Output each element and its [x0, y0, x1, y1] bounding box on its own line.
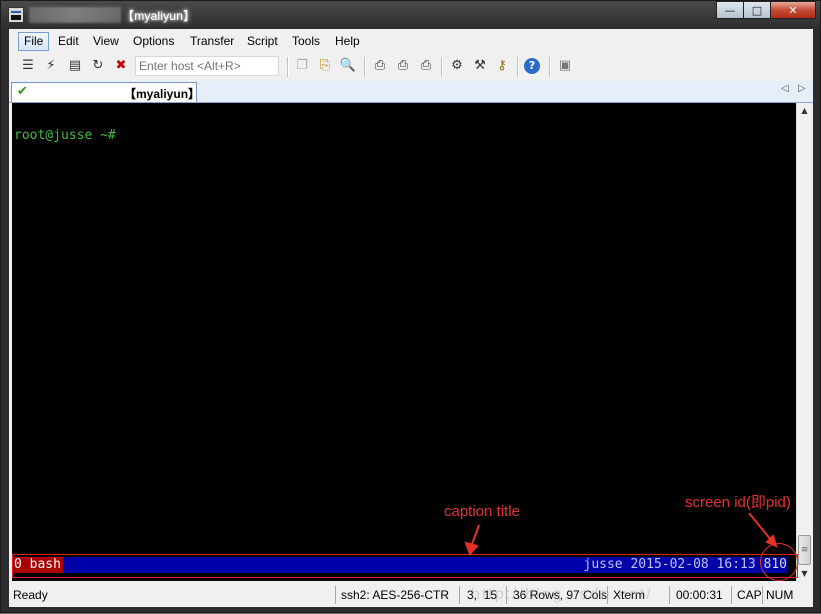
disconnect-icon[interactable]: ✖	[112, 57, 130, 75]
minimize-icon: —	[724, 3, 736, 17]
menu-options[interactable]: Options	[128, 32, 179, 51]
toolbar-separator	[549, 57, 551, 77]
caption-bar-highlight	[12, 554, 798, 578]
menu-edit[interactable]: Edit	[53, 32, 84, 51]
status-caps-lock: CAP	[737, 588, 762, 602]
tab-scroll-right-icon[interactable]: ▷	[798, 83, 806, 94]
reconnect-icon[interactable]: ↻	[89, 57, 107, 75]
connect-in-tab-icon[interactable]: ▤	[66, 57, 84, 75]
toolbar-separator	[364, 57, 366, 77]
find-icon[interactable]: 🔍	[339, 57, 357, 75]
menu-view[interactable]: View	[88, 32, 124, 51]
annotation-caption-title: caption title	[444, 503, 520, 520]
menu-bar: File Edit View Options Transfer Script T…	[9, 29, 813, 53]
copy-icon[interactable]: ❐	[293, 57, 311, 75]
window-controls: — □ ✕	[716, 1, 816, 19]
terminal-screen[interactable]: root@jusse ~#	[12, 103, 796, 581]
status-divider	[669, 586, 670, 604]
annotation-screen-id: screen id(即pid)	[685, 494, 791, 511]
host-input[interactable]	[135, 56, 279, 76]
status-divider	[731, 586, 732, 604]
tab-scroll-left-icon[interactable]: ◁	[781, 83, 789, 94]
scroll-down-icon[interactable]: ▼	[797, 566, 812, 581]
terminal-scrollbar[interactable]: ▲ ≡ ▼	[796, 103, 812, 581]
print-screen-icon[interactable]: ⎙	[394, 57, 412, 75]
session-tab-bar: ✔ 【myaliyun】 ◁ ▷	[9, 81, 813, 103]
menu-transfer[interactable]: Transfer	[185, 32, 239, 51]
window-title: 【myaliyun】	[122, 9, 196, 23]
keymap-icon[interactable]: ⚷	[493, 57, 511, 75]
maximize-icon: □	[751, 3, 763, 17]
status-num-lock: NUM	[766, 588, 794, 602]
print-icon[interactable]: ⎙	[417, 57, 435, 75]
toolbar-separator	[441, 57, 443, 77]
redacted-title-region	[29, 7, 121, 23]
menu-file[interactable]: File	[18, 32, 50, 51]
help-icon[interactable]: ?	[524, 58, 540, 74]
maximize-button[interactable]: □	[743, 1, 770, 19]
toolbar-separator	[287, 57, 289, 77]
status-bar: Ready ssh2: AES-256-CTR 3, 15 36 Rows, 9…	[9, 583, 813, 607]
status-ready: Ready	[13, 588, 48, 602]
close-icon: ✕	[788, 3, 798, 17]
watermark: http://blog.csdn.net/	[471, 586, 653, 603]
securecrt-app-icon[interactable]	[8, 7, 24, 23]
global-options-icon[interactable]: ⚒	[471, 57, 489, 75]
connect-icon[interactable]: ☰	[19, 57, 37, 75]
print-setup-icon[interactable]: ⎙	[371, 57, 389, 75]
toolbar: ☰ ⚡ ▤ ↻ ✖ ❐ ⎘ 🔍 ⎙ ⎙ ⎙ ⚙ ⚒ ⚷ ? ▣	[9, 54, 813, 80]
toolbar-separator	[517, 57, 519, 77]
sftp-icon[interactable]: ▣	[556, 57, 574, 75]
scrollbar-thumb[interactable]: ≡	[798, 535, 811, 565]
menu-script[interactable]: Script	[242, 32, 283, 51]
tab-label: 【myaliyun】	[124, 87, 201, 101]
session-options-icon[interactable]: ⚙	[448, 57, 466, 75]
status-cipher: ssh2: AES-256-CTR	[341, 588, 450, 602]
title-bar[interactable]: 【myaliyun】 — □ ✕	[1, 1, 820, 29]
menu-tools[interactable]: Tools	[287, 32, 325, 51]
screen-id-highlight-circle	[760, 543, 798, 581]
tab-myaliyun[interactable]: ✔ 【myaliyun】	[11, 82, 201, 102]
minimize-button[interactable]: —	[716, 1, 743, 19]
status-divider	[762, 586, 763, 604]
status-divider	[335, 586, 336, 604]
menu-help[interactable]: Help	[330, 32, 365, 51]
app-window: 【myaliyun】 — □ ✕ File Edit View Options …	[0, 0, 821, 613]
scroll-up-icon[interactable]: ▲	[797, 103, 812, 118]
client-area: File Edit View Options Transfer Script T…	[9, 29, 813, 607]
status-divider	[459, 586, 460, 604]
paste-icon[interactable]: ⎘	[316, 57, 334, 75]
quick-connect-icon[interactable]: ⚡	[42, 57, 60, 75]
check-icon: ✔	[17, 84, 28, 99]
close-button[interactable]: ✕	[770, 1, 816, 19]
status-session-time: 00:00:31	[676, 588, 723, 602]
shell-prompt: root@jusse ~#	[14, 128, 116, 143]
